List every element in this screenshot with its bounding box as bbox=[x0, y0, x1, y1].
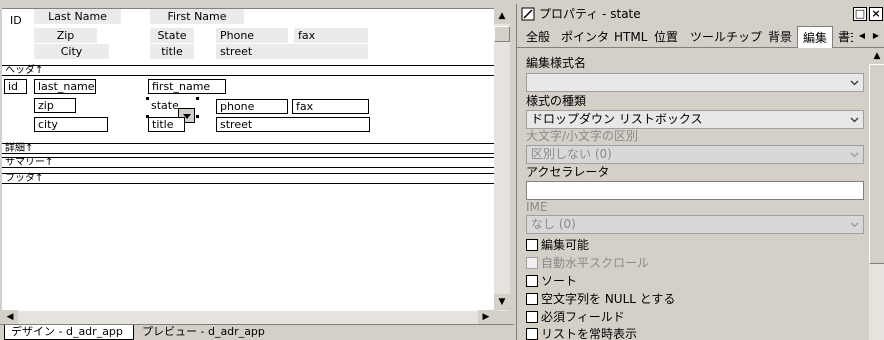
tab-position[interactable]: 位置 bbox=[649, 26, 683, 48]
tab-format[interactable]: 書式 bbox=[835, 26, 853, 48]
scroll-thumb[interactable] bbox=[869, 64, 884, 264]
painter-view-tabs: デザイン - d_adr_app プレビュー - d_adr_app bbox=[0, 324, 514, 340]
case-label: 大文字/小文字の区別 bbox=[526, 129, 639, 143]
scroll-up-icon[interactable]: ▲ bbox=[494, 8, 510, 24]
maximize-icon[interactable]: □ bbox=[853, 7, 867, 21]
band-header[interactable]: ヘッダ↑ bbox=[2, 65, 494, 76]
style-type-label: 様式の種類 bbox=[526, 94, 587, 108]
header-text-state[interactable]: State bbox=[150, 28, 194, 43]
scroll-left-icon[interactable]: ◀ bbox=[2, 310, 18, 324]
scroll-right-icon[interactable]: ▶ bbox=[478, 310, 494, 324]
column-id[interactable]: id bbox=[4, 79, 27, 94]
column-first-name[interactable]: first_name bbox=[148, 79, 226, 94]
column-title[interactable]: title bbox=[148, 117, 185, 132]
properties-icon bbox=[521, 7, 535, 21]
checkbox-box[interactable] bbox=[526, 275, 538, 287]
column-phone[interactable]: phone bbox=[216, 99, 288, 114]
checkbox-editable[interactable]: 編集可能 bbox=[526, 237, 589, 253]
checkbox-box[interactable] bbox=[526, 328, 538, 340]
properties-edit-page: 編集様式名 様式の種類 ドロップダウン リストボックス 大文字/小文字の区別 区… bbox=[517, 48, 869, 340]
accelerator-label: アクセラレータ bbox=[526, 165, 610, 179]
checkbox-empty-string-null[interactable]: 空文字列を NULL とする bbox=[526, 291, 675, 307]
checkbox-always-show-list[interactable]: リストを常時表示 bbox=[526, 326, 637, 340]
properties-panel: プロパティ - state □ × 全般 ポインタ HTML 位置 ツールチップ… bbox=[516, 4, 884, 340]
properties-tabs: 全般 ポインタ HTML 位置 ツールチップ 背景 編集 書式 ◀ ▶ bbox=[517, 26, 884, 48]
checkbox-box bbox=[526, 257, 538, 269]
chevron-down-icon bbox=[850, 152, 859, 158]
header-text-city[interactable]: City bbox=[34, 44, 109, 59]
tab-scroll-left-icon[interactable]: ◀ bbox=[855, 29, 869, 43]
close-icon[interactable]: × bbox=[869, 7, 883, 21]
checkbox-label: ソート bbox=[541, 274, 578, 288]
band-summary[interactable]: サマリー↑ bbox=[2, 157, 494, 168]
scroll-thumb[interactable] bbox=[494, 26, 510, 42]
header-text-title[interactable]: title bbox=[150, 44, 194, 59]
column-zip[interactable]: zip bbox=[34, 98, 76, 113]
checkbox-sort[interactable]: ソート bbox=[526, 273, 577, 289]
edit-style-name-label: 編集様式名 bbox=[526, 56, 587, 70]
header-text-zip[interactable]: Zip bbox=[34, 28, 97, 43]
case-value: 区別しない (0) bbox=[531, 147, 612, 161]
column-street[interactable]: street bbox=[216, 117, 370, 132]
header-text-fax[interactable]: fax bbox=[294, 28, 368, 43]
checkbox-required[interactable]: 必須フィールド bbox=[526, 309, 625, 325]
tab-general[interactable]: 全般 bbox=[521, 26, 555, 48]
chevron-down-icon bbox=[850, 117, 859, 123]
scroll-up-icon[interactable]: ▲ bbox=[869, 48, 884, 64]
checkbox-auto-hscroll: 自動水平スクロール bbox=[526, 255, 649, 271]
datawindow-design-pane: ID Last Name First Name Zip State Phone … bbox=[0, 0, 514, 340]
selection-handle[interactable] bbox=[146, 97, 149, 100]
tab-edit[interactable]: 編集 bbox=[797, 26, 834, 48]
properties-titlebar: プロパティ - state □ × bbox=[517, 4, 884, 24]
design-canvas[interactable]: ID Last Name First Name Zip State Phone … bbox=[2, 8, 494, 311]
chevron-down-icon bbox=[850, 80, 859, 86]
tab-preview[interactable]: プレビュー - d_adr_app bbox=[136, 325, 276, 340]
tab-tooltip[interactable]: ツールチップ bbox=[685, 26, 767, 48]
chevron-down-icon bbox=[850, 222, 859, 228]
checkbox-label: リストを常時表示 bbox=[541, 327, 638, 340]
header-text-last-name[interactable]: Last Name bbox=[34, 9, 121, 24]
ime-value: なし (0) bbox=[531, 217, 576, 231]
properties-vertical-scrollbar[interactable]: ▲ bbox=[869, 48, 884, 340]
selection-handle[interactable] bbox=[196, 97, 199, 100]
accelerator-input[interactable] bbox=[526, 181, 864, 200]
header-text-street[interactable]: street bbox=[216, 44, 368, 59]
checkbox-box[interactable] bbox=[526, 239, 538, 251]
checkbox-label: 編集可能 bbox=[541, 238, 590, 252]
checkbox-label: 必須フィールド bbox=[541, 310, 625, 324]
header-text-phone[interactable]: Phone bbox=[216, 28, 288, 43]
checkbox-box[interactable] bbox=[526, 293, 538, 305]
column-state[interactable]: state bbox=[148, 99, 178, 114]
selection-handle[interactable] bbox=[196, 115, 199, 118]
tab-pointer[interactable]: ポインタ bbox=[556, 26, 614, 48]
style-type-combo[interactable]: ドロップダウン リストボックス bbox=[526, 110, 864, 129]
tab-design[interactable]: デザイン - d_adr_app bbox=[4, 325, 134, 340]
checkbox-box[interactable] bbox=[526, 311, 538, 323]
column-city[interactable]: city bbox=[34, 117, 108, 132]
design-vertical-scrollbar[interactable]: ▲ ▼ bbox=[494, 8, 510, 311]
header-text-first-name[interactable]: First Name bbox=[150, 9, 244, 24]
edit-style-name-combo[interactable] bbox=[526, 73, 864, 92]
column-fax[interactable]: fax bbox=[292, 99, 369, 114]
case-combo: 区別しない (0) bbox=[526, 145, 864, 164]
tab-background[interactable]: 背景 bbox=[763, 26, 797, 48]
band-detail[interactable]: 詳細↑ bbox=[2, 143, 494, 154]
ime-combo: なし (0) bbox=[526, 215, 864, 234]
style-type-value: ドロップダウン リストボックス bbox=[531, 112, 703, 126]
tab-html[interactable]: HTML bbox=[609, 26, 652, 48]
header-text-id[interactable]: ID bbox=[6, 13, 28, 28]
properties-title: プロパティ - state bbox=[539, 7, 641, 21]
design-horizontal-scrollbar[interactable]: ◀ ▶ bbox=[2, 310, 494, 324]
band-footer[interactable]: フッタ↑ bbox=[2, 173, 494, 184]
checkbox-label: 空文字列を NULL とする bbox=[541, 292, 676, 306]
scroll-down-icon[interactable]: ▼ bbox=[494, 294, 510, 310]
ime-label: IME bbox=[526, 200, 548, 214]
column-last-name[interactable]: last_name bbox=[34, 79, 96, 94]
tab-scroll-right-icon[interactable]: ▶ bbox=[869, 29, 883, 43]
checkbox-label: 自動水平スクロール bbox=[541, 256, 650, 270]
